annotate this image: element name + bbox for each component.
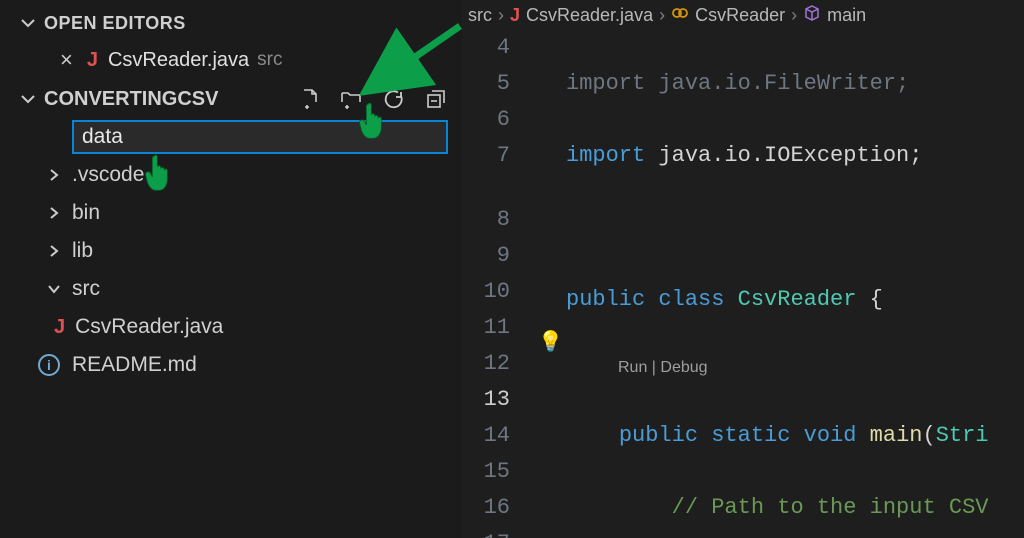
chevron-down-icon bbox=[18, 13, 38, 33]
chevron-down-icon bbox=[18, 89, 38, 109]
codelens-run-debug[interactable]: Run | Debug bbox=[566, 354, 1024, 382]
chevron-right-icon bbox=[44, 168, 64, 182]
new-folder-input[interactable] bbox=[72, 120, 448, 154]
bc-src[interactable]: src bbox=[468, 5, 492, 26]
code-line[interactable]: public static void main(Stri bbox=[566, 418, 1024, 454]
open-editor-filename: CsvReader.java bbox=[108, 49, 249, 72]
code-line[interactable]: import java.io.FileWriter; bbox=[566, 66, 1024, 102]
tree-label: src bbox=[72, 277, 100, 301]
bc-method[interactable]: main bbox=[827, 5, 866, 26]
folder-vscode[interactable]: .vscode bbox=[0, 156, 462, 194]
folder-bin[interactable]: bin bbox=[0, 194, 462, 232]
line-gutter: 4 5 6 7 8 9 10 11 12 13 14 15 16 17 bbox=[462, 30, 536, 538]
open-editors-label: OPEN EDITORS bbox=[44, 13, 186, 34]
tree-label: CsvReader.java bbox=[75, 315, 223, 339]
tree-label: README.md bbox=[72, 353, 197, 377]
new-file-icon[interactable] bbox=[298, 87, 322, 111]
chevron-right-icon bbox=[44, 244, 64, 258]
chevron-right-icon: › bbox=[498, 5, 504, 26]
glyph-margin: 💡 bbox=[536, 30, 566, 538]
java-file-icon: J bbox=[54, 316, 65, 339]
code-line[interactable]: public class CsvReader { bbox=[566, 282, 1024, 318]
tree-label: bin bbox=[72, 201, 100, 225]
code-line[interactable]: import java.io.IOException; bbox=[566, 138, 1024, 174]
project-header[interactable]: CONVERTINGCSV bbox=[0, 80, 462, 118]
lightbulb-icon[interactable]: 💡 bbox=[538, 326, 563, 362]
new-folder-icon[interactable] bbox=[340, 87, 364, 111]
file-readme[interactable]: i README.md bbox=[0, 346, 462, 384]
folder-src[interactable]: src bbox=[0, 270, 462, 308]
chevron-right-icon: › bbox=[659, 5, 665, 26]
folder-lib[interactable]: lib bbox=[0, 232, 462, 270]
bc-class[interactable]: CsvReader bbox=[695, 5, 785, 26]
project-label: CONVERTINGCSV bbox=[44, 88, 218, 111]
chevron-right-icon bbox=[44, 206, 64, 220]
chevron-down-icon bbox=[44, 282, 64, 296]
explorer-sidebar: OPEN EDITORS × J CsvReader.java src CONV… bbox=[0, 0, 462, 538]
explorer-actions bbox=[298, 87, 448, 111]
code-line[interactable] bbox=[566, 210, 1024, 246]
open-editors-header[interactable]: OPEN EDITORS bbox=[0, 6, 462, 40]
code-lines[interactable]: import java.io.FileWriter; import java.i… bbox=[566, 30, 1024, 538]
open-editor-item[interactable]: × J CsvReader.java src bbox=[0, 40, 462, 80]
file-csvreader[interactable]: J CsvReader.java bbox=[0, 308, 462, 346]
method-icon bbox=[803, 4, 821, 27]
refresh-icon[interactable] bbox=[382, 87, 406, 111]
java-file-icon: J bbox=[510, 5, 520, 26]
open-editor-dir: src bbox=[257, 49, 282, 71]
breadcrumb[interactable]: src › J CsvReader.java › CsvReader › mai… bbox=[462, 0, 1024, 30]
chevron-right-icon: › bbox=[791, 5, 797, 26]
tree-label: lib bbox=[72, 239, 93, 263]
java-file-icon: J bbox=[87, 49, 98, 72]
close-icon[interactable]: × bbox=[60, 47, 73, 73]
tree-label: .vscode bbox=[72, 163, 144, 187]
bc-file[interactable]: CsvReader.java bbox=[526, 5, 653, 26]
code-line[interactable]: // Path to the input CSV bbox=[566, 490, 1024, 526]
editor-pane: src › J CsvReader.java › CsvReader › mai… bbox=[462, 0, 1024, 538]
collapse-all-icon[interactable] bbox=[424, 87, 448, 111]
class-icon bbox=[671, 4, 689, 27]
code-area[interactable]: 4 5 6 7 8 9 10 11 12 13 14 15 16 17 💡 im… bbox=[462, 30, 1024, 538]
info-icon: i bbox=[38, 354, 60, 376]
